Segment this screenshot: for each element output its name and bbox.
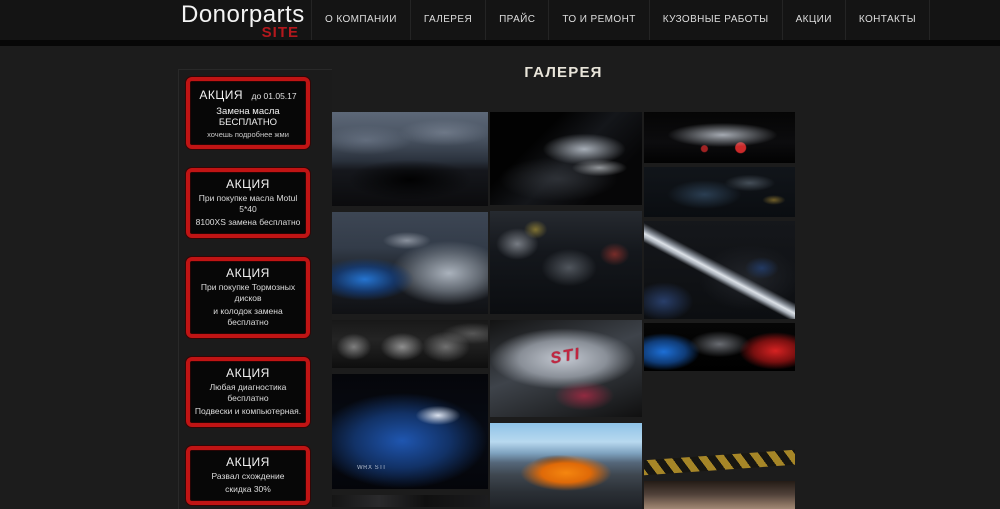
gallery-photo-silver-car-red-wheels[interactable] — [644, 112, 795, 163]
gallery-column-3 — [644, 112, 795, 509]
promo-banner-motul-oil[interactable]: АКЦИЯ При покупке масла Motul 5*40 8100X… — [186, 168, 310, 238]
gallery-column-1: WRX STI — [332, 112, 488, 507]
promo-text: Замена масла БЕСПЛАТНО — [192, 106, 304, 128]
gallery-column-2: STI — [490, 112, 642, 509]
promo-title: АКЦИЯ — [192, 177, 304, 191]
gallery-photo-black-sedan-sunset[interactable] — [332, 112, 488, 206]
page: Donorparts SITE О КОМПАНИИ ГАЛЕРЕЯ ПРАЙС… — [0, 0, 1000, 509]
gallery-photo-engine-bay[interactable] — [490, 211, 642, 314]
nav-item-bodywork[interactable]: КУЗОВНЫЕ РАБОТЫ — [649, 0, 782, 40]
nav-item-contacts[interactable]: КОНТАКТЫ — [845, 0, 930, 40]
promo-title: АКЦИЯ — [199, 88, 243, 102]
nav-item-promos[interactable]: АКЦИИ — [782, 0, 845, 40]
promo-text: При покупке Тормозных дисков — [192, 282, 304, 304]
promo-banner-diagnostics[interactable]: АКЦИЯ Любая диагностика бесплатно Подвес… — [186, 357, 310, 427]
gallery-photo-orange-race-car[interactable] — [490, 423, 642, 509]
promo-banner-brake-discs[interactable]: АКЦИЯ При покупке Тормозных дисков и кол… — [186, 257, 310, 338]
promo-text: При покупке масла Motul 5*40 — [192, 193, 304, 215]
gallery-photo-silver-car-dark[interactable] — [490, 112, 642, 205]
promo-banner-wheel-alignment[interactable]: АКЦИЯ Развал схождение скидка 30% — [186, 446, 310, 505]
nav-item-about[interactable]: О КОМПАНИИ — [311, 0, 410, 40]
page-title: ГАЛЕРЕЯ — [332, 64, 795, 81]
gallery-photo-sti-intercooler[interactable]: STI — [490, 320, 642, 417]
promo-text: 8100XS замена бесплатно — [192, 217, 304, 228]
promo-title: АКЦИЯ — [192, 455, 304, 469]
nav-item-service[interactable]: ТО И РЕМОНТ — [548, 0, 648, 40]
promo-text: и колодок замена бесплатно — [192, 306, 304, 328]
gallery-photo-blue-vs-red-cars[interactable] — [644, 323, 795, 371]
promo-text: Подвески и компьютерная. — [192, 406, 304, 417]
gallery-photo-blue-wrx-front[interactable]: WRX STI — [332, 374, 488, 489]
wrx-sti-badge: WRX STI — [357, 465, 386, 471]
header-divider — [0, 40, 1000, 46]
nav-item-gallery[interactable]: ГАЛЕРЕЯ — [410, 0, 485, 40]
gallery-photo-blue-rally-car-garage[interactable] — [644, 375, 795, 477]
promo-text: Развал схождение — [192, 471, 304, 482]
nav-item-price[interactable]: ПРАЙС — [485, 0, 548, 40]
gallery-photo-strut-bar[interactable] — [644, 221, 795, 319]
site-logo[interactable]: Donorparts SITE — [181, 2, 299, 41]
promo-date: до 01.05.17 — [251, 91, 296, 101]
gallery-photo-partial-bottom[interactable] — [332, 495, 488, 507]
promo-text: Любая диагностика бесплатно — [192, 382, 304, 404]
gallery-photo-blue-and-silver-cars[interactable] — [332, 212, 488, 314]
promo-banner-oil-change[interactable]: АКЦИЯ до 01.05.17 Замена масла БЕСПЛАТНО… — [186, 77, 310, 149]
promo-title: АКЦИЯ — [192, 366, 304, 380]
gallery-photo-car-lineup-mono[interactable] — [332, 320, 488, 368]
promo-text: скидка 30% — [192, 484, 304, 495]
promo-title: АКЦИЯ — [192, 266, 304, 280]
gallery-photo-partial-sky[interactable] — [644, 481, 795, 509]
promo-note: хочешь подробнее жми — [192, 130, 304, 139]
sidebar: АКЦИЯ до 01.05.17 Замена масла БЕСПЛАТНО… — [178, 69, 332, 509]
gallery-photo-engine-dark[interactable] — [644, 167, 795, 217]
main-nav: О КОМПАНИИ ГАЛЕРЕЯ ПРАЙС ТО И РЕМОНТ КУЗ… — [311, 0, 930, 40]
sti-logo-text: STI — [549, 345, 583, 368]
